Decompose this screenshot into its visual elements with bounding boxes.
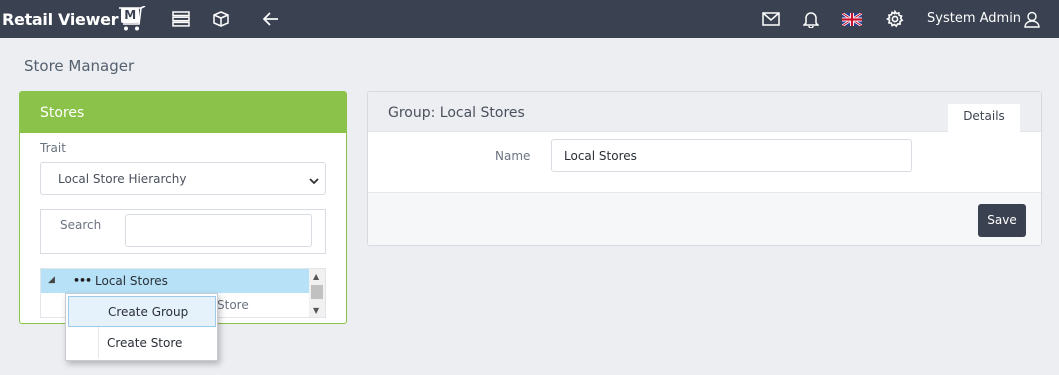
mail-icon[interactable] [761, 9, 781, 29]
tree-node-local-stores[interactable]: ◢ ••• Local Stores [41, 269, 309, 293]
menu-item-create-group[interactable]: Create Group [68, 296, 216, 327]
group-panel: Group: Local Stores Details Name Local S… [367, 91, 1042, 246]
tab-details[interactable]: Details [948, 104, 1020, 133]
group-title: Group: Local Stores [388, 105, 525, 121]
tree-node-label: Local Stores [95, 274, 168, 288]
cart-icon: M [119, 5, 149, 32]
cube-icon[interactable] [211, 9, 231, 29]
stores-panel: Stores Trait Local Store Hierarchy Searc… [19, 91, 347, 324]
search-label: Search [60, 218, 102, 232]
logo-badge: M [121, 8, 140, 23]
more-dots-icon: ••• [73, 274, 92, 287]
name-field[interactable]: Local Stores [551, 139, 912, 172]
trait-select[interactable]: Local Store Hierarchy [40, 162, 326, 195]
user-profile-icon[interactable] [1022, 9, 1042, 29]
app-logo[interactable]: Retail Viewer M [2, 5, 149, 32]
menu-item-create-store[interactable]: Create Store [68, 328, 216, 359]
tree-child-node[interactable]: Store [217, 298, 249, 312]
settings-gear-icon[interactable] [885, 9, 905, 29]
scroll-thumb[interactable] [311, 285, 323, 299]
user-name[interactable]: System Admin [927, 11, 1021, 26]
chevron-down-icon [309, 174, 319, 188]
group-panel-footer: Save [368, 192, 1041, 245]
scroll-down-arrow-icon[interactable]: ▼ [313, 306, 319, 315]
trait-label: Trait [40, 141, 66, 155]
top-navigation-bar: Retail Viewer M System Admin [0, 0, 1059, 38]
bell-icon[interactable] [801, 9, 821, 29]
trait-select-value: Local Store Hierarchy [58, 172, 187, 186]
save-button[interactable]: Save [978, 204, 1026, 237]
uk-flag-icon[interactable] [842, 9, 862, 29]
group-panel-header: Group: Local Stores Details [368, 92, 1041, 133]
collapse-triangle-icon[interactable]: ◢ [48, 275, 55, 285]
list-menu-icon[interactable] [171, 9, 191, 29]
app-logo-text: Retail Viewer [2, 9, 119, 29]
scroll-up-arrow-icon[interactable]: ▲ [313, 272, 319, 281]
context-menu: Create Group Create Store [65, 293, 218, 361]
page-title: Store Manager [24, 57, 135, 75]
back-arrow-icon[interactable] [261, 9, 281, 29]
tree-scrollbar[interactable]: ▲ ▼ [309, 269, 325, 317]
stores-panel-header: Stores [20, 92, 346, 133]
search-input[interactable] [125, 214, 312, 247]
search-container: Search [40, 209, 326, 254]
name-label: Name [495, 149, 531, 163]
